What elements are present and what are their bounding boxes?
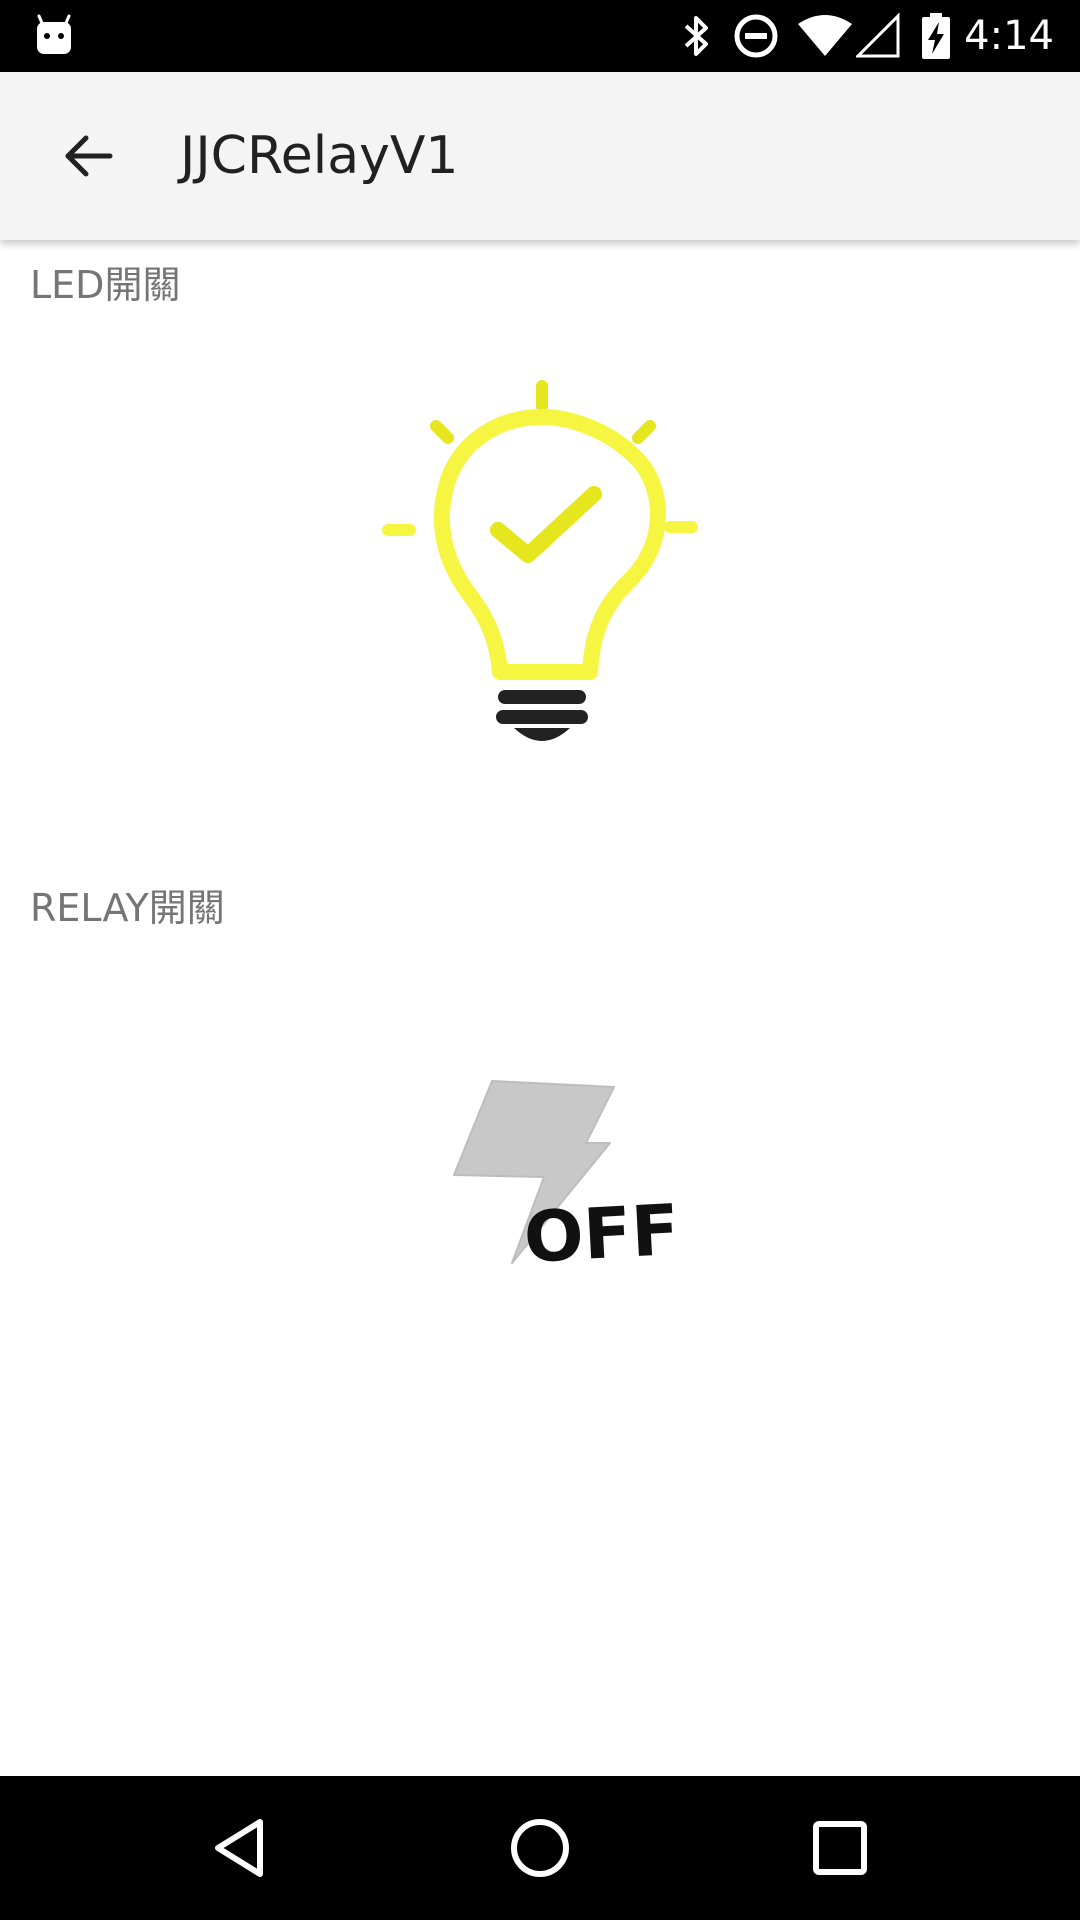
app-bar: JJCRelayV1 (0, 72, 1080, 240)
battery-charging-icon (922, 13, 950, 59)
nav-recents-icon (813, 1821, 867, 1875)
lightbulb-on-icon (382, 380, 698, 741)
lightning-off-icon: OFF (453, 1080, 681, 1279)
relay-status-text: OFF (522, 1189, 681, 1279)
app-title: JJCRelayV1 (180, 126, 459, 186)
android-notification-icon (37, 14, 71, 54)
nav-home-button[interactable] (490, 1798, 590, 1898)
navigation-bar (0, 1776, 1080, 1920)
status-bar: 4:14 (0, 0, 1080, 72)
relay-switch-label: RELAY開關 (30, 886, 225, 930)
nav-back-button[interactable] (190, 1798, 290, 1898)
back-button[interactable] (44, 112, 132, 200)
led-toggle-button[interactable] (370, 370, 710, 760)
relay-toggle-button[interactable]: OFF (420, 1065, 720, 1305)
led-switch-label: LED開關 (30, 263, 181, 307)
status-time: 4:14 (964, 13, 1054, 59)
nav-back-icon (215, 1819, 263, 1877)
arrow-back-icon (65, 135, 113, 177)
bluetooth-icon (684, 16, 708, 56)
app-screen: 4:14 JJCRelayV1 LED開關 RELAY開關 OFF (0, 0, 1080, 1920)
cellular-signal-icon (856, 12, 900, 58)
do-not-disturb-icon (734, 14, 778, 58)
wifi-icon (798, 15, 852, 56)
nav-recents-button[interactable] (790, 1798, 890, 1898)
nav-home-icon (511, 1819, 569, 1877)
